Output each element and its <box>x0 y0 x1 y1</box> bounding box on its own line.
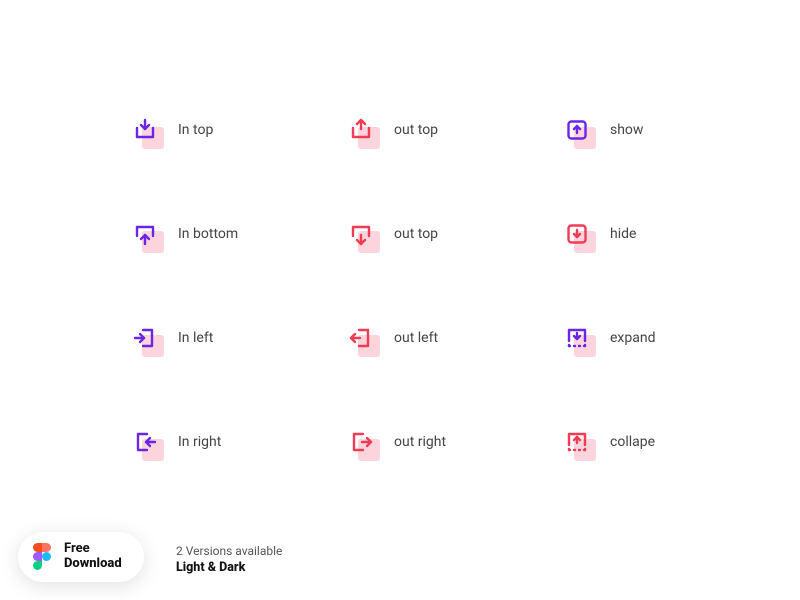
out-left-icon <box>346 323 376 353</box>
in-bottom-label: In bottom <box>178 226 238 242</box>
expand-icon <box>562 323 592 353</box>
icon-grid: In top out top sho <box>130 115 778 457</box>
item-collapse: collape <box>562 427 778 457</box>
out-bottom-icon <box>346 219 376 249</box>
out-top-2-label: out top <box>394 226 438 242</box>
figma-icon <box>32 543 52 571</box>
item-out-left: out left <box>346 323 562 353</box>
in-left-label: In left <box>178 330 213 346</box>
item-hide: hide <box>562 219 778 249</box>
item-out-right: out right <box>346 427 562 457</box>
out-right-label: out right <box>394 434 446 450</box>
expand-label: expand <box>610 330 655 346</box>
free-download-button[interactable]: Free Download <box>18 532 144 582</box>
in-left-icon <box>130 323 160 353</box>
item-in-bottom: In bottom <box>130 219 346 249</box>
download-line2: Download <box>64 557 122 572</box>
out-top-label: out top <box>394 122 438 138</box>
versions-line2: Light & Dark <box>176 560 282 576</box>
item-out-top-2: out top <box>346 219 562 249</box>
out-left-label: out left <box>394 330 438 346</box>
collapse-icon <box>562 427 592 457</box>
versions-text: 2 Versions available Light & Dark <box>176 544 282 576</box>
show-icon <box>562 115 592 145</box>
item-in-top: In top <box>130 115 346 145</box>
item-in-right: In right <box>130 427 346 457</box>
out-right-icon <box>346 427 376 457</box>
versions-line1: 2 Versions available <box>176 544 282 560</box>
download-text: Free Download <box>64 542 122 572</box>
download-line1: Free <box>64 542 122 557</box>
item-expand: expand <box>562 323 778 353</box>
item-out-top: out top <box>346 115 562 145</box>
collapse-label: collape <box>610 434 655 450</box>
in-top-icon <box>130 115 160 145</box>
show-label: show <box>610 122 643 138</box>
item-show: show <box>562 115 778 145</box>
out-top-icon <box>346 115 376 145</box>
hide-icon <box>562 219 592 249</box>
canvas: In top out top sho <box>0 0 800 600</box>
item-in-left: In left <box>130 323 346 353</box>
in-right-label: In right <box>178 434 221 450</box>
in-right-icon <box>130 427 160 457</box>
in-top-label: In top <box>178 122 213 138</box>
hide-label: hide <box>610 226 636 242</box>
in-bottom-icon <box>130 219 160 249</box>
